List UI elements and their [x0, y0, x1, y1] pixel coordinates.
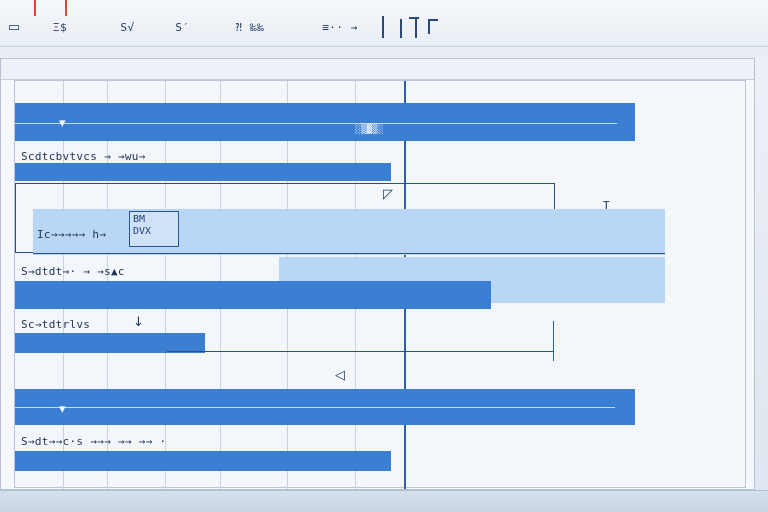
- toolbar-group-5[interactable]: ≡·· →: [305, 14, 375, 40]
- toolbar-group-3[interactable]: S′: [165, 14, 200, 40]
- toolbar-label-5: ≡·· →: [322, 20, 358, 34]
- connector-line: [167, 351, 553, 369]
- document-icon: ▭: [7, 19, 21, 35]
- task-bar-5[interactable]: [15, 281, 491, 309]
- task-bar-8[interactable]: [15, 451, 391, 471]
- toolbar-group-1[interactable]: Ξ$: [30, 14, 90, 40]
- selection-chip[interactable]: BM DVX: [129, 211, 179, 247]
- row-label-3: Sc→tdtrlvs: [21, 318, 91, 331]
- toolbar-pipes[interactable]: [378, 14, 443, 40]
- toolbar-label-3: S′: [175, 20, 190, 34]
- down-arrow-icon: ▾: [59, 116, 66, 131]
- toolbar-divider: [0, 47, 768, 57]
- status-bar: [0, 490, 768, 512]
- connector-vertical: [553, 321, 554, 361]
- toolbar-label-2: S√: [120, 20, 135, 34]
- pin-icon: ↓: [133, 315, 144, 330]
- down-arrow-icon-2: ▾: [59, 402, 66, 417]
- pipes-icon: [382, 16, 438, 38]
- task-bar-2[interactable]: [15, 163, 391, 181]
- toolbar: ▭ Ξ$ S√ S′ ⁈ ‰‰ ≡·· →: [0, 0, 768, 47]
- toolbar-group-2[interactable]: S√: [95, 14, 160, 40]
- pointer-icon: ◁: [335, 368, 345, 383]
- cursor-icon: ◸: [383, 187, 393, 202]
- toolbar-button-1[interactable]: ▭: [4, 14, 24, 40]
- toolbar-label-1: Ξ$: [52, 20, 68, 34]
- selection-field: Ic→→→→→ h→: [37, 228, 107, 241]
- bar-divider-2: [15, 407, 615, 408]
- row-label-1: Scdtcbvtvcs → →wu→: [21, 150, 146, 163]
- row-underline: [33, 253, 665, 254]
- top-tag: ░▒▓▒░: [355, 125, 384, 135]
- row-label-4: S→dt→→c·s →→→ →→ →→ ·: [21, 435, 167, 448]
- bar-divider: [15, 123, 617, 124]
- gantt-canvas[interactable]: ▾ ░▒▓▒░ Scdtcbvtvcs → →wu→ ◸ Ic→→→→→ h→ …: [14, 80, 746, 489]
- sheet-header: [1, 59, 754, 80]
- app-window: ▭ Ξ$ S√ S′ ⁈ ‰‰ ≡·· → ▾ ░▒▓▒░ Scdtcbvtvc…: [0, 0, 768, 512]
- right-tag: T: [603, 199, 610, 212]
- toolbar-group-4[interactable]: ⁈ ‰‰: [200, 14, 300, 40]
- toolbar-label-4: ⁈ ‰‰: [235, 20, 265, 34]
- row-label-2: S→dtdt→· → →s▲c: [21, 265, 125, 278]
- task-bar-3[interactable]: [33, 209, 665, 255]
- task-bar-6[interactable]: [15, 333, 205, 353]
- task-bar-1[interactable]: [15, 103, 635, 141]
